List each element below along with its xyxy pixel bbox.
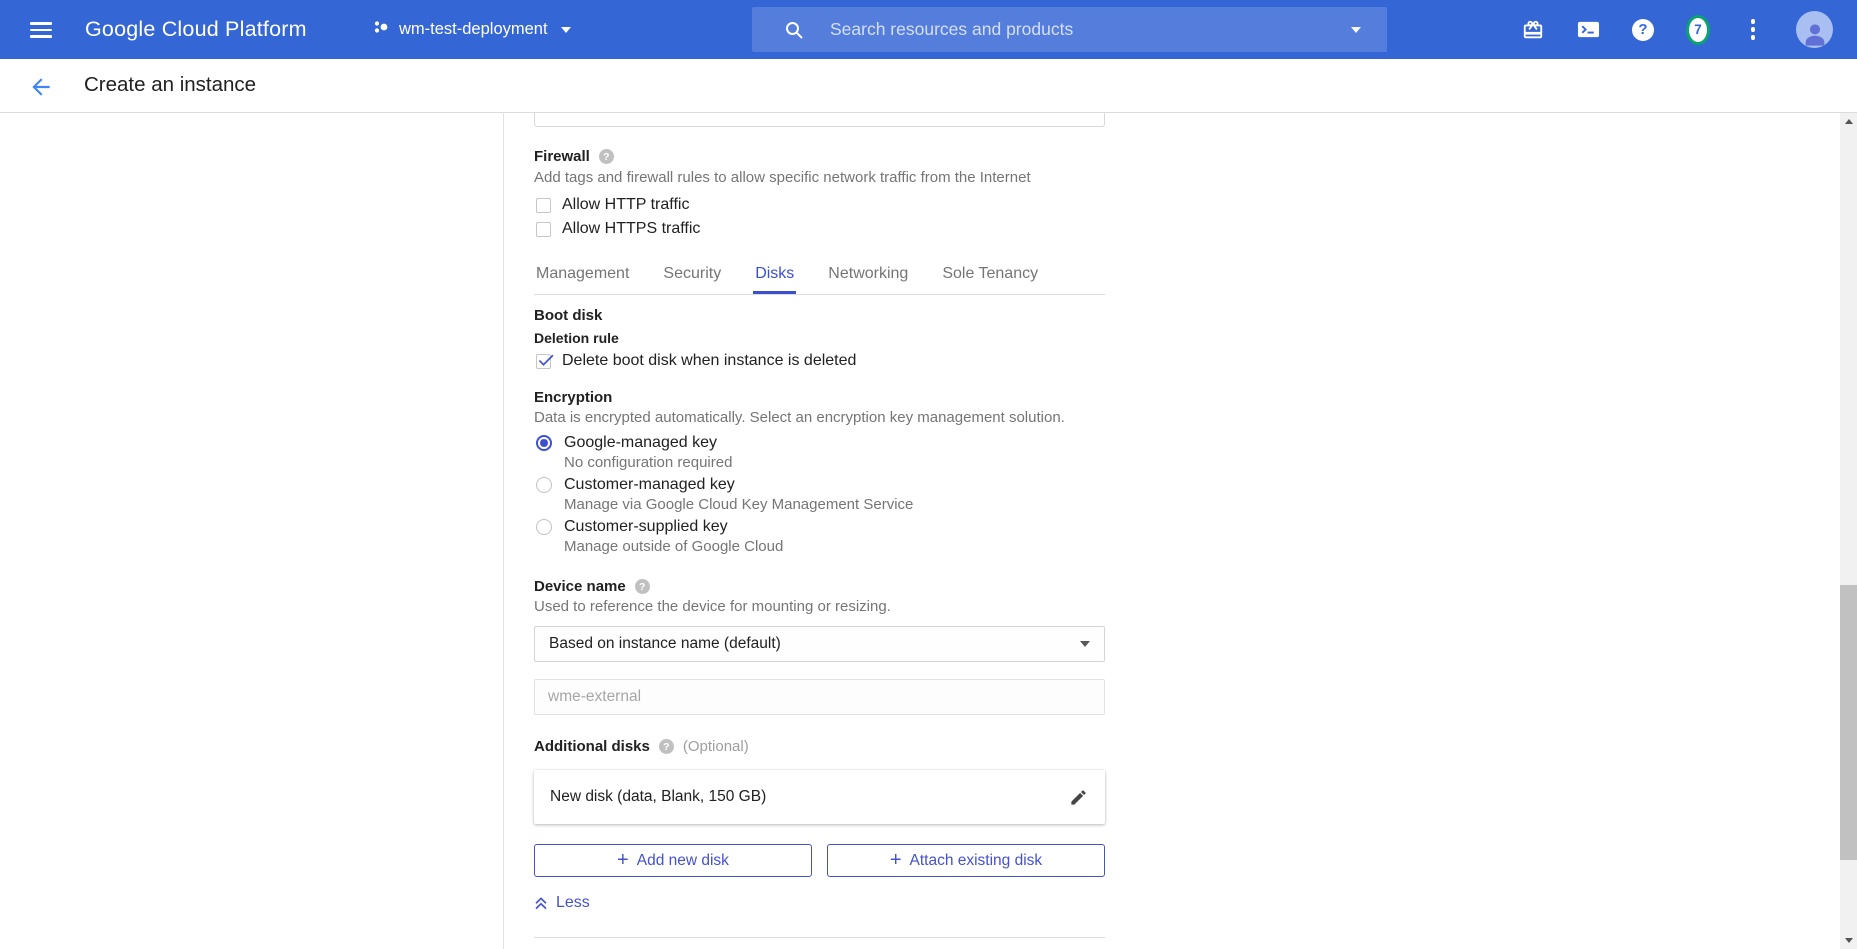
truncated-input[interactable] — [534, 113, 1105, 127]
firewall-help-icon[interactable]: ? — [599, 149, 614, 164]
attach-existing-disk-label: Attach existing disk — [910, 852, 1043, 870]
disk-card: New disk (data, Blank, 150 GB) — [534, 770, 1105, 824]
plus-icon: + — [890, 850, 902, 870]
additional-disks-label: Additional disks — [534, 738, 650, 755]
radio-selected[interactable] — [536, 435, 552, 451]
chevron-down-icon — [1080, 641, 1090, 647]
firewall-label: Firewall — [534, 148, 590, 165]
check-icon — [536, 350, 556, 370]
search-dropdown-icon[interactable] — [1351, 27, 1361, 33]
firewall-description: Add tags and firewall rules to allow spe… — [534, 169, 1105, 186]
less-link[interactable]: Less — [534, 894, 590, 912]
device-name-select[interactable]: Based on instance name (default) — [534, 626, 1105, 662]
scroll-up-arrow[interactable] — [1845, 119, 1853, 124]
device-name-help-icon[interactable]: ? — [635, 579, 650, 594]
optional-label: (Optional) — [683, 738, 749, 755]
device-name-label: Device name — [534, 578, 626, 595]
product-logo[interactable]: Google Cloud Platform — [85, 0, 307, 59]
section-tabs: Management Security Disks Networking Sol… — [534, 260, 1105, 295]
attach-existing-disk-button[interactable]: + Attach existing disk — [827, 844, 1105, 877]
help-icon[interactable]: ? — [1631, 18, 1655, 42]
tab-disks[interactable]: Disks — [753, 260, 796, 294]
radio-sublabel: Manage outside of Google Cloud — [564, 538, 1105, 555]
boot-disk-heading: Boot disk — [534, 307, 1105, 324]
page-title: Create an instance — [84, 73, 256, 97]
scroll-down-arrow[interactable] — [1845, 938, 1853, 943]
avatar[interactable] — [1796, 11, 1833, 48]
chevron-double-up-icon — [534, 896, 548, 911]
project-icon — [372, 18, 390, 41]
additional-disks-help-icon[interactable]: ? — [659, 739, 674, 754]
select-value: Based on instance name (default) — [549, 635, 781, 653]
edit-disk-button[interactable] — [1065, 784, 1091, 810]
page-header: Create an instance — [0, 59, 1857, 113]
person-icon — [1800, 20, 1830, 48]
panel-divider — [503, 113, 504, 949]
tab-networking[interactable]: Networking — [826, 260, 910, 294]
encryption-heading: Encryption — [534, 389, 1105, 406]
checkbox-unchecked[interactable] — [536, 198, 551, 213]
scrollbar[interactable] — [1840, 113, 1857, 949]
device-name-description: Used to reference the device for mountin… — [534, 598, 1105, 615]
radio-customer-supplied-key[interactable]: Customer-supplied key — [536, 518, 1105, 536]
radio-google-managed-key[interactable]: Google-managed key — [536, 434, 1105, 452]
radio-unselected[interactable] — [536, 519, 552, 535]
less-label: Less — [556, 894, 590, 912]
search-icon — [784, 20, 804, 40]
radio-label: Google-managed key — [564, 434, 717, 452]
app-bar: Google Cloud Platform wm-test-deployment… — [0, 0, 1857, 59]
pencil-icon — [1069, 788, 1088, 807]
disks-form: Firewall ? Add tags and firewall rules t… — [534, 113, 1105, 949]
disk-card-label: New disk (data, Blank, 150 GB) — [550, 788, 766, 806]
menu-icon[interactable] — [30, 22, 52, 38]
deletion-rule-label: Deletion rule — [534, 330, 1105, 346]
notifications-badge[interactable]: 7 — [1686, 18, 1710, 42]
radio-customer-managed-key[interactable]: Customer-managed key — [536, 476, 1105, 494]
plus-icon: + — [617, 850, 629, 870]
device-name-input[interactable] — [534, 679, 1105, 715]
radio-sublabel: No configuration required — [564, 454, 1105, 471]
cloud-shell-icon[interactable] — [1576, 18, 1600, 42]
radio-unselected[interactable] — [536, 477, 552, 493]
gift-icon[interactable] — [1521, 18, 1545, 42]
delete-boot-disk-label: Delete boot disk when instance is delete… — [562, 352, 856, 370]
radio-label: Customer-managed key — [564, 476, 735, 494]
tab-security[interactable]: Security — [661, 260, 723, 294]
chevron-down-icon — [561, 27, 571, 33]
checkbox-unchecked[interactable] — [536, 222, 551, 237]
delete-boot-disk-checkbox[interactable]: Delete boot disk when instance is delete… — [536, 352, 1105, 370]
project-selector[interactable]: wm-test-deployment — [372, 0, 571, 59]
project-name: wm-test-deployment — [399, 20, 548, 39]
allow-http-checkbox[interactable]: Allow HTTP traffic — [536, 196, 1105, 214]
scrollbar-thumb[interactable] — [1840, 585, 1857, 860]
add-new-disk-button[interactable]: + Add new disk — [534, 844, 812, 877]
section-divider — [534, 937, 1105, 938]
allow-https-checkbox[interactable]: Allow HTTPS traffic — [536, 220, 1105, 238]
radio-label: Customer-supplied key — [564, 518, 728, 536]
search-input[interactable] — [830, 19, 1347, 40]
more-vert-icon[interactable] — [1741, 18, 1765, 42]
search-bar[interactable] — [752, 7, 1387, 52]
notification-count: 7 — [1686, 15, 1710, 45]
allow-http-label: Allow HTTP traffic — [562, 196, 689, 214]
radio-sublabel: Manage via Google Cloud Key Management S… — [564, 496, 1105, 513]
allow-https-label: Allow HTTPS traffic — [562, 220, 700, 238]
back-arrow-icon[interactable] — [28, 74, 54, 100]
add-new-disk-label: Add new disk — [637, 852, 729, 870]
tab-management[interactable]: Management — [534, 260, 631, 294]
checkbox-checked[interactable] — [536, 354, 551, 369]
tab-sole-tenancy[interactable]: Sole Tenancy — [940, 260, 1040, 294]
encryption-description: Data is encrypted automatically. Select … — [534, 409, 1105, 426]
